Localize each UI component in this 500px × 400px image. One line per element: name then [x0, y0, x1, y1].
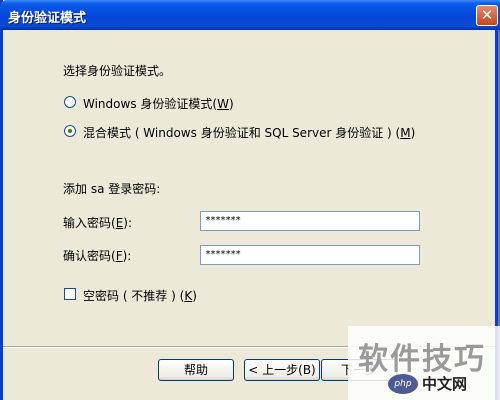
sa-heading: 添加 sa 登录密码:: [63, 182, 161, 196]
radio-windows-auth-label[interactable]: Windows 身份验证模式(W): [83, 95, 234, 112]
help-button[interactable]: 帮助: [158, 359, 234, 381]
blank-password-label[interactable]: 空密码 ( 不推荐 ) (K): [83, 287, 197, 304]
prompt-text: 选择身份验证模式。: [63, 64, 172, 78]
confirm-password-label: 确认密码(F):: [63, 249, 132, 263]
enter-password-input[interactable]: *******: [200, 211, 420, 231]
window-title: 身份验证模式: [8, 11, 87, 26]
enter-password-label: 输入密码(E):: [63, 216, 133, 230]
close-button[interactable]: ✕: [476, 5, 498, 26]
confirm-password-input[interactable]: *******: [200, 245, 420, 265]
blank-password-checkbox[interactable]: [64, 288, 76, 300]
back-button[interactable]: < 上一步(B): [244, 359, 320, 381]
watermark-text: 软件技巧: [358, 342, 486, 377]
radio-mixed-mode[interactable]: [64, 125, 76, 137]
radio-mixed-mode-label[interactable]: 混合模式 ( Windows 身份验证和 SQL Server 身份验证 ) (…: [83, 124, 415, 141]
watermark-overlay: 软件技巧 php 中文网: [348, 326, 500, 400]
php-logo-icon: php: [388, 374, 418, 394]
watermark-site: 中文网: [422, 375, 468, 393]
title-bar[interactable]: 身份验证模式 ✕: [0, 0, 500, 30]
radio-windows-auth[interactable]: [64, 96, 76, 108]
